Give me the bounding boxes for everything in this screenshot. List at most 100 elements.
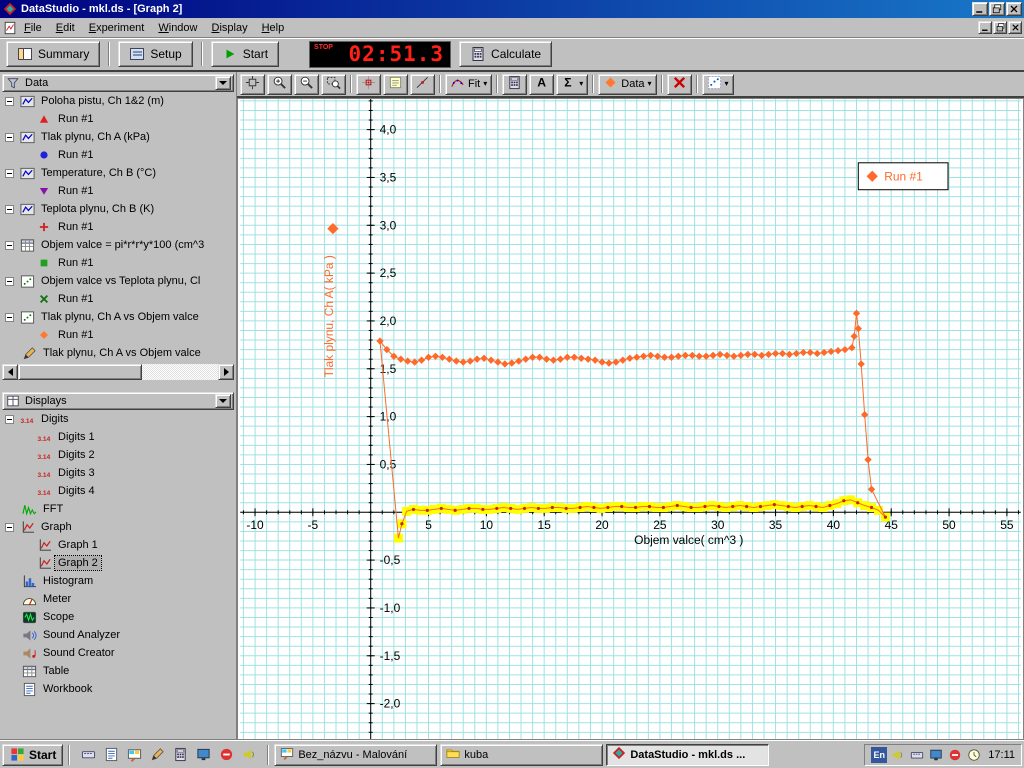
child-minimize-button[interactable] <box>978 21 992 34</box>
task-button-datastudio-mkl-ds[interactable]: DataStudio - mkl.ds ... <box>606 744 769 766</box>
expand-toggle[interactable] <box>5 97 14 106</box>
expand-toggle[interactable] <box>5 523 14 532</box>
display-item-graph-1[interactable]: Graph 1 <box>2 536 234 554</box>
display-item-workbook[interactable]: Workbook <box>2 680 234 698</box>
graph-tool-calculate[interactable] <box>502 74 527 95</box>
panel-splitter[interactable] <box>2 380 234 392</box>
graph-tool-scale-to-fit[interactable] <box>240 74 265 95</box>
close-button[interactable] <box>1006 2 1022 16</box>
chart[interactable]: -10-55101520253035404550554,03,53,02,52,… <box>238 99 1023 739</box>
summary-button[interactable]: Summary <box>6 41 100 67</box>
data-item-run-1[interactable]: Run #1 <box>2 254 234 272</box>
quicklaunch-calculator[interactable] <box>170 745 190 765</box>
tray-speaker[interactable] <box>890 747 906 763</box>
data-item-objem-valce-vs-teplota-plynu-cl[interactable]: Objem valce vs Teplota plynu, Cl <box>2 272 234 290</box>
child-close-button[interactable] <box>1008 21 1022 34</box>
tray-key-icon[interactable] <box>909 747 925 763</box>
graph-tool-graph-options[interactable]: ▾ <box>702 74 734 95</box>
display-item-histogram[interactable]: Histogram <box>2 572 234 590</box>
graph-tool-zoom-select[interactable] <box>321 74 346 95</box>
data-item-teplota-plynu-ch-b-k[interactable]: Teplota plynu, Ch B (K) <box>2 200 234 218</box>
graph-tool-slope-tool[interactable] <box>410 74 435 95</box>
scrollbar-thumb[interactable] <box>18 364 142 380</box>
expand-toggle[interactable] <box>5 133 14 142</box>
display-item-digits-4[interactable]: 3.14Digits 4 <box>2 482 234 500</box>
quicklaunch-pencil[interactable] <box>147 745 167 765</box>
display-item-meter[interactable]: Meter <box>2 590 234 608</box>
display-item-scope[interactable]: Scope <box>2 608 234 626</box>
data-item-run-1[interactable]: Run #1 <box>2 290 234 308</box>
graph-tool-fit-menu[interactable]: Fit▾ <box>445 74 492 95</box>
tray-shield-red[interactable] <box>947 747 963 763</box>
task-button-kuba[interactable]: kuba <box>440 744 603 766</box>
data-item-run-1[interactable]: Run #1 <box>2 110 234 128</box>
data-item-run-1[interactable]: Run #1 <box>2 218 234 236</box>
graph-tool-note-tool[interactable] <box>383 74 408 95</box>
language-indicator[interactable]: En <box>871 747 887 763</box>
scroll-left-button[interactable] <box>2 364 18 380</box>
scroll-right-button[interactable] <box>218 364 234 380</box>
expand-toggle[interactable] <box>5 205 14 214</box>
task-button-bez-n-zvu-malov-n[interactable]: Bez_názvu - Malování <box>274 744 437 766</box>
expand-toggle[interactable] <box>5 313 14 322</box>
graph-tool-statistics[interactable]: Σ▾ <box>556 74 588 95</box>
displays-panel-dropdown-button[interactable] <box>215 394 231 408</box>
graph-area[interactable]: -10-55101520253035404550554,03,53,02,52,… <box>237 98 1024 740</box>
quicklaunch-speaker[interactable] <box>239 745 259 765</box>
data-item-objem-valce-pi-r-r-y-100-cm-3[interactable]: Objem valce = pi*r*r*y*100 (cm^3 <box>2 236 234 254</box>
data-item-run-1[interactable]: Run #1 <box>2 146 234 164</box>
menu-help[interactable]: Help <box>255 19 292 37</box>
display-item-graph[interactable]: Graph <box>2 518 234 536</box>
graph-tool-zoom-in[interactable] <box>267 74 292 95</box>
expand-toggle[interactable] <box>5 241 14 250</box>
display-item-digits-2[interactable]: 3.14Digits 2 <box>2 446 234 464</box>
menu-file[interactable]: File <box>17 19 49 37</box>
graph-tool-zoom-out[interactable] <box>294 74 319 95</box>
menu-display[interactable]: Display <box>205 19 255 37</box>
child-restore-button[interactable] <box>993 21 1007 34</box>
display-item-graph-2[interactable]: Graph 2 <box>2 554 234 572</box>
calculate-button[interactable]: Calculate <box>459 41 552 67</box>
display-item-sound-analyzer[interactable]: Sound Analyzer <box>2 626 234 644</box>
data-tree-hscrollbar[interactable] <box>2 364 234 380</box>
quicklaunch-shield-red[interactable] <box>216 745 236 765</box>
graph-tool-data-menu[interactable]: Data▾ <box>598 74 656 95</box>
expand-toggle[interactable] <box>5 277 14 286</box>
display-item-digits[interactable]: 3.14Digits <box>2 410 234 428</box>
data-item-run-1[interactable]: Run #1 <box>2 326 234 344</box>
displays-panel-header[interactable]: Displays <box>2 392 234 410</box>
quicklaunch-workbook[interactable] <box>101 745 121 765</box>
expand-toggle[interactable] <box>5 169 14 178</box>
display-item-sound-creator[interactable]: Sound Creator <box>2 644 234 662</box>
data-item-tlak-plynu-ch-a-kpa[interactable]: Tlak plynu, Ch A (kPa) <box>2 128 234 146</box>
graph-tool-remove[interactable] <box>667 74 692 95</box>
data-item-run-1[interactable]: Run #1 <box>2 182 234 200</box>
tray-monitor[interactable] <box>928 747 944 763</box>
menu-edit[interactable]: Edit <box>49 19 82 37</box>
quicklaunch-monitor[interactable] <box>193 745 213 765</box>
data-item-temperature-ch-b-c[interactable]: Temperature, Ch B (°C) <box>2 164 234 182</box>
quicklaunch-key-icon[interactable] <box>78 745 98 765</box>
data-panel-header[interactable]: Data <box>2 74 234 92</box>
display-item-digits-1[interactable]: 3.14Digits 1 <box>2 428 234 446</box>
data-panel-dropdown-button[interactable] <box>215 76 231 90</box>
data-item-poloha-pistu-ch-1-2-m[interactable]: Poloha pistu, Ch 1&2 (m) <box>2 92 234 110</box>
display-item-table[interactable]: Table <box>2 662 234 680</box>
tray-clock-icon[interactable] <box>966 747 982 763</box>
display-item-fft[interactable]: FFT <box>2 500 234 518</box>
menu-experiment[interactable]: Experiment <box>82 19 152 37</box>
minimize-button[interactable] <box>972 2 988 16</box>
graph-tool-text-tool[interactable]: A <box>529 74 554 95</box>
data-item-tlak-plynu-ch-a-vs-objem-valce[interactable]: Tlak plynu, Ch A vs Objem valce <box>2 344 234 362</box>
start-menu-button[interactable]: Start <box>2 744 63 766</box>
setup-button[interactable]: Setup <box>118 41 192 67</box>
scrollbar-track[interactable] <box>18 364 218 380</box>
restore-button[interactable] <box>989 2 1005 16</box>
expand-toggle[interactable] <box>5 415 14 424</box>
display-item-digits-3[interactable]: 3.14Digits 3 <box>2 464 234 482</box>
child-window-icon[interactable] <box>2 20 17 35</box>
quicklaunch-paint[interactable] <box>124 745 144 765</box>
taskbar-clock[interactable]: 17:11 <box>988 749 1015 761</box>
menu-window[interactable]: Window <box>151 19 204 37</box>
start-button[interactable]: Start <box>211 41 279 67</box>
